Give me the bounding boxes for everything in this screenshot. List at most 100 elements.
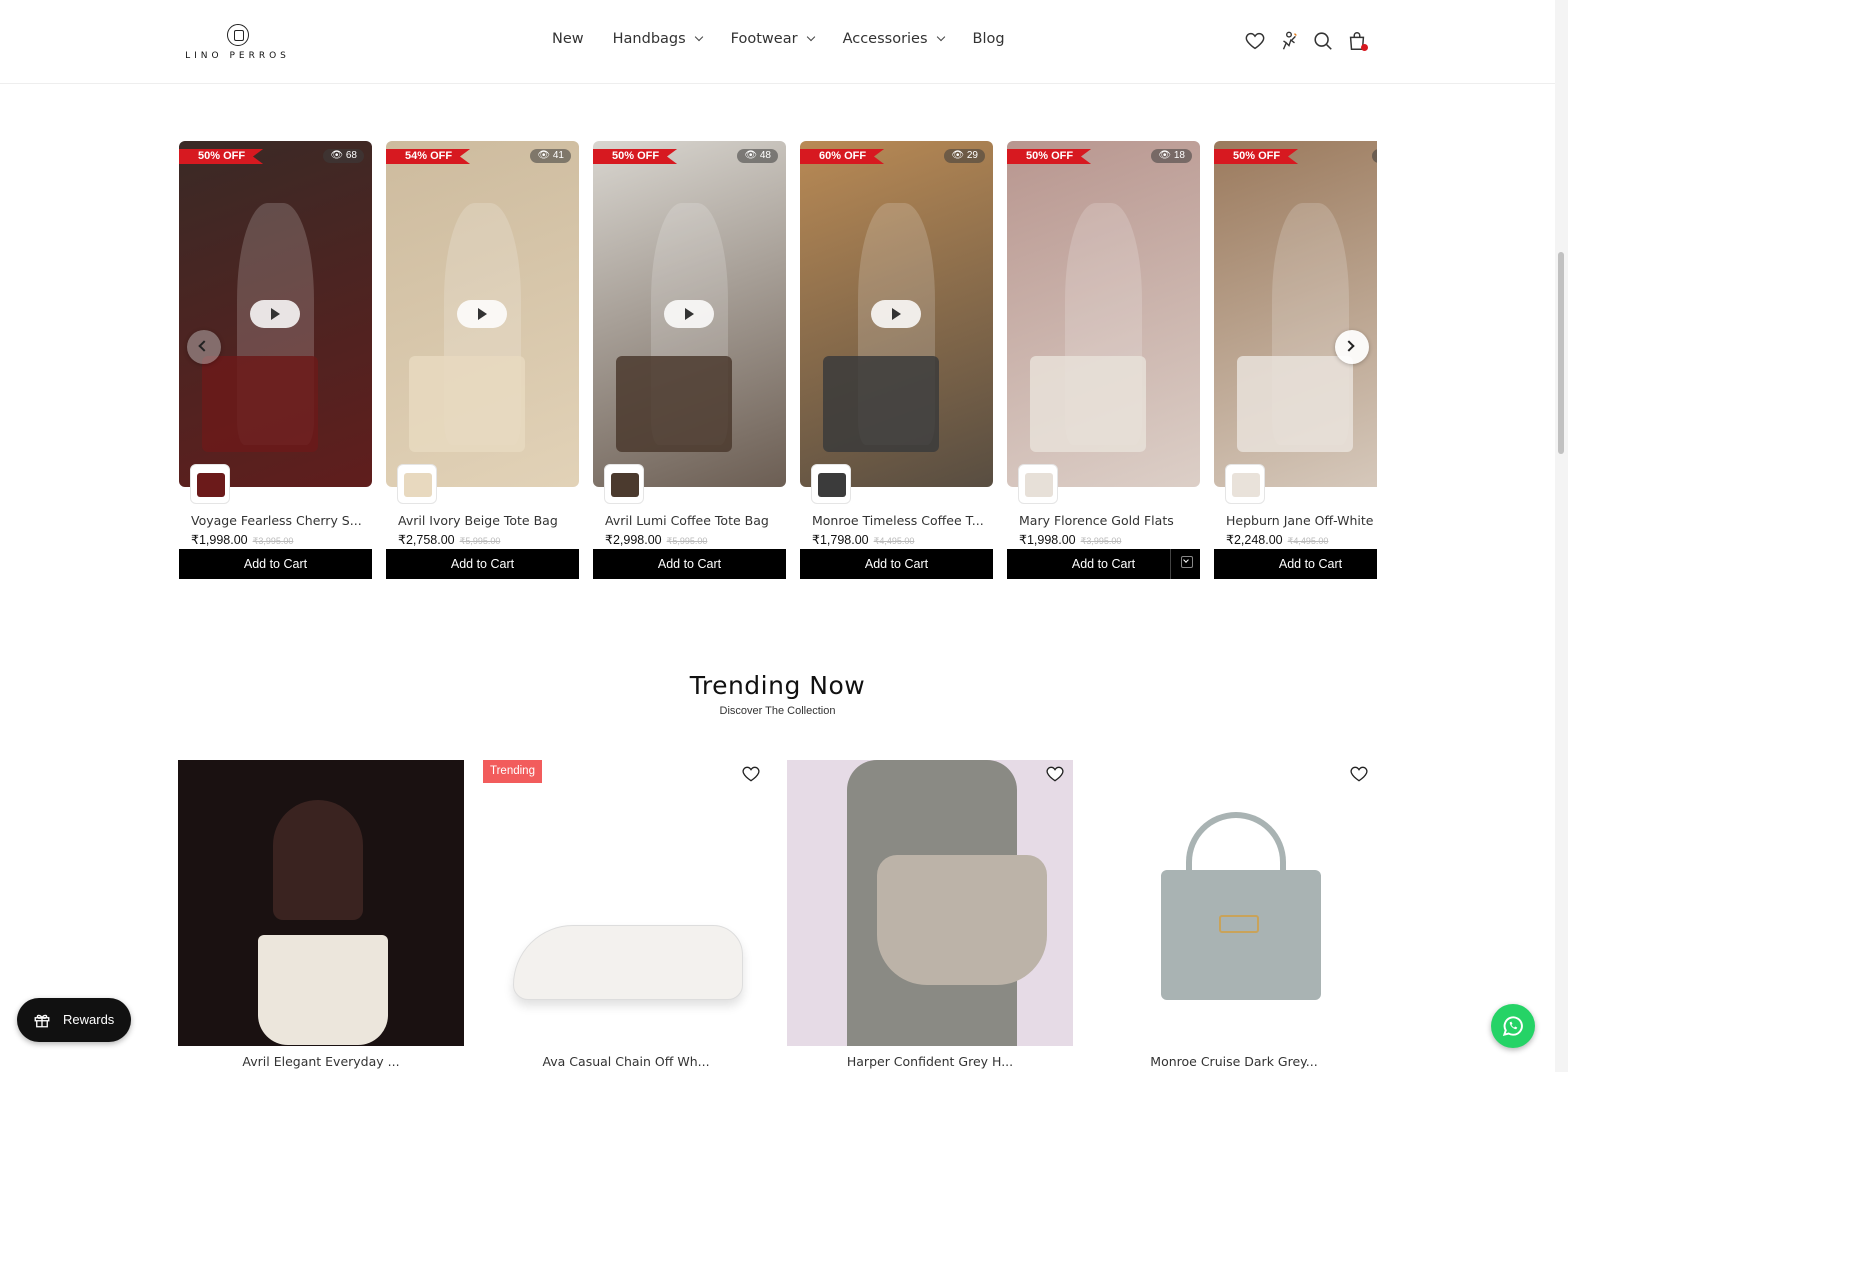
carousel-prev-button[interactable]	[187, 330, 221, 364]
discount-badge: 50% OFF	[1214, 149, 1299, 164]
chevron-down-icon	[694, 32, 703, 42]
product-name[interactable]: Monroe Cruise Dark Grey...	[1091, 1054, 1377, 1069]
product-thumbnail[interactable]	[811, 464, 851, 504]
product-name[interactable]: Avril Ivory Beige Tote Bag	[398, 513, 574, 528]
wishlist-heart-icon[interactable]	[741, 764, 761, 784]
add-to-cart-button[interactable]: Add to Cart	[1214, 549, 1377, 579]
product-name[interactable]: Ava Casual Chain Off Wh...	[483, 1054, 769, 1069]
video-product-card[interactable]: 50% OFF 👁 48 Avril Lumi Coffee Tote Bag ₹2,…	[593, 141, 786, 581]
nav-item-footwear[interactable]: Footwear	[731, 31, 815, 47]
product-video[interactable]: 50% OFF 👁 18	[1007, 141, 1200, 487]
add-to-cart-button[interactable]: Add to Cart	[593, 549, 786, 579]
add-to-cart-button[interactable]: Add to Cart	[800, 549, 993, 579]
gift-icon	[34, 1014, 50, 1028]
view-count: 👁 48	[737, 149, 778, 163]
add-to-cart-button[interactable]: Add to Cart	[179, 549, 372, 579]
product-thumbnail[interactable]	[604, 464, 644, 504]
cart-icon[interactable]	[1346, 30, 1368, 52]
section-title: Trending Now	[689, 671, 866, 700]
search-icon[interactable]	[1312, 30, 1334, 52]
play-button[interactable]	[457, 300, 507, 328]
product-price: ₹2,758.00 ₹5,995.00	[398, 533, 501, 547]
nav-item-blog[interactable]: Blog	[973, 31, 1005, 47]
video-product-card[interactable]: 60% OFF 👁 29 Monroe Timeless Coffee T... ₹1…	[800, 141, 993, 581]
video-carousel: 50% OFF 👁 68 Voyage Fearless Cherry S... ₹1…	[179, 141, 1377, 581]
variant-dropdown-button[interactable]	[1170, 549, 1200, 579]
product-name[interactable]: Monroe Timeless Coffee T...	[812, 513, 988, 528]
product-price: ₹1,998.00 ₹3,995.00	[1019, 533, 1122, 547]
heart-icon[interactable]	[1244, 30, 1266, 52]
brand-logo[interactable]: LINO PERROS	[185, 24, 290, 64]
header-icons	[1244, 30, 1368, 52]
product-name[interactable]: Hepburn Jane Off-White	[1226, 513, 1377, 528]
model-figure	[273, 800, 363, 920]
play-button[interactable]	[664, 300, 714, 328]
whatsapp-button[interactable]	[1491, 1004, 1535, 1048]
nav-item-handbags[interactable]: Handbags	[613, 31, 703, 47]
product-video[interactable]: 50% OFF 👁 68	[179, 141, 372, 487]
product-name[interactable]: Avril Elegant Everyday ...	[178, 1054, 464, 1069]
product-name[interactable]: Voyage Fearless Cherry S...	[191, 513, 367, 528]
original-price: ₹3,995.00	[1080, 536, 1122, 546]
product-name[interactable]: Avril Lumi Coffee Tote Bag	[605, 513, 781, 528]
product-name[interactable]: Mary Florence Gold Flats	[1019, 513, 1195, 528]
site-header: LINO PERROS New Handbags Footwear Access…	[0, 0, 1555, 84]
page-scrollbar[interactable]	[1555, 0, 1568, 1072]
handbag-clasp	[1219, 915, 1259, 933]
chevron-right-icon	[1343, 340, 1355, 352]
product-bag-shape	[202, 355, 318, 453]
product-thumbnail[interactable]	[397, 464, 437, 504]
product-card[interactable]: Avril Elegant Everyday ...	[178, 760, 464, 1072]
main-nav: New Handbags Footwear Accessories Blog	[552, 31, 1034, 47]
handbag-handle	[1186, 812, 1286, 872]
scrollbar-thumb[interactable]	[1558, 252, 1564, 454]
product-thumbnail[interactable]	[190, 464, 230, 504]
rewards-label: Rewards	[63, 1012, 115, 1027]
discount-badge: 60% OFF	[800, 149, 885, 164]
logo-mark	[226, 24, 249, 46]
product-bag-shape	[1030, 355, 1146, 453]
product-bag-shape	[823, 355, 939, 453]
product-thumbnail[interactable]	[1225, 464, 1265, 504]
view-count: 👁	[1372, 149, 1377, 163]
product-image[interactable]	[787, 760, 1073, 1046]
product-card[interactable]: Monroe Cruise Dark Grey...	[1091, 760, 1377, 1072]
carousel-next-button[interactable]	[1335, 330, 1369, 364]
rewards-button[interactable]: Rewards	[17, 998, 131, 1042]
product-image[interactable]	[1091, 760, 1377, 1046]
product-price: ₹2,998.00 ₹5,995.00	[605, 533, 708, 547]
product-video[interactable]: 60% OFF 👁 29	[800, 141, 993, 487]
product-card[interactable]: Trending Ava Casual Chain Off Wh...	[483, 760, 769, 1072]
play-button[interactable]	[871, 300, 921, 328]
product-card[interactable]: Harper Confident Grey H...	[787, 760, 1073, 1072]
chevron-down-icon	[936, 32, 945, 42]
video-product-card[interactable]: 54% OFF 👁 41 Avril Ivory Beige Tote Bag ₹2,…	[386, 141, 579, 581]
product-price: ₹1,798.00 ₹4,495.00	[812, 533, 915, 547]
view-count: 👁 29	[944, 149, 985, 163]
product-bag-shape	[409, 355, 525, 453]
product-video[interactable]: 50% OFF 👁 48	[593, 141, 786, 487]
handbag-body	[1161, 870, 1321, 1000]
product-name[interactable]: Harper Confident Grey H...	[787, 1054, 1073, 1069]
product-image[interactable]	[178, 760, 464, 1046]
view-count: 👁 41	[530, 149, 571, 163]
video-product-card[interactable]: 50% OFF 👁 18 Mary Florence Gold Flats ₹1,99…	[1007, 141, 1200, 581]
discount-badge: 50% OFF	[593, 149, 678, 164]
original-price: ₹4,495.00	[873, 536, 915, 546]
nav-item-new[interactable]: New	[552, 31, 584, 47]
wishlist-heart-icon[interactable]	[1349, 764, 1369, 784]
product-video[interactable]: 54% OFF 👁 41	[386, 141, 579, 487]
product-video[interactable]: 50% OFF 👁	[1214, 141, 1377, 487]
play-button[interactable]	[250, 300, 300, 328]
wishlist-heart-icon[interactable]	[1045, 764, 1065, 784]
chevron-down-icon	[806, 32, 815, 42]
chevron-left-icon	[198, 340, 210, 352]
product-bag-shape	[616, 355, 732, 453]
product-thumbnail[interactable]	[1018, 464, 1058, 504]
product-image[interactable]: Trending	[483, 760, 769, 1046]
nav-item-accessories[interactable]: Accessories	[843, 31, 945, 47]
product-price: ₹2,248.00 ₹4,495.00	[1226, 533, 1329, 547]
rewards-icon[interactable]	[1278, 30, 1300, 52]
add-to-cart-button[interactable]: Add to Cart	[386, 549, 579, 579]
view-count: 👁 68	[323, 149, 364, 163]
